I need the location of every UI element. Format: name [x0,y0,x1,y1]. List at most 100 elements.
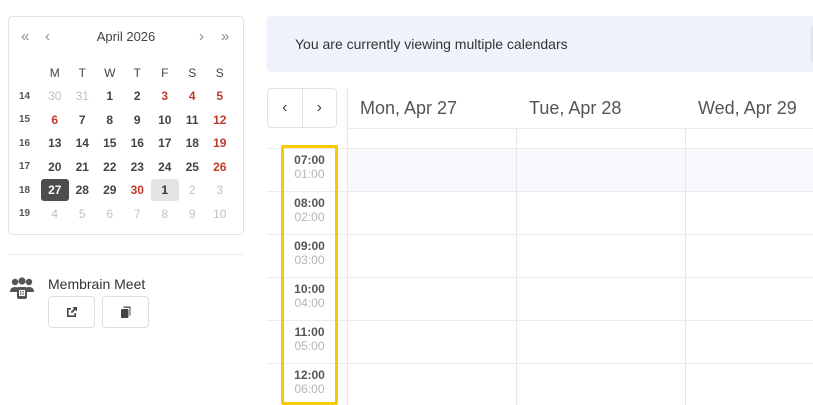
mini-calendar-day[interactable]: 9 [179,203,207,225]
mini-calendar: « ‹ April 2026 › » M T W T F S S 14 30 31 1… [8,16,244,235]
mini-calendar-day[interactable]: 3 [206,179,234,201]
secondary-time: 02:00 [294,210,325,224]
local-time: 12:00 [294,368,325,382]
secondary-time: 05:00 [294,339,325,353]
week-number[interactable]: 17 [19,161,41,172]
mini-calendar-day[interactable]: 4 [41,203,69,225]
mini-calendar-day[interactable]: 15 [96,132,124,154]
mini-calendar-day[interactable]: 11 [179,109,207,131]
all-day-row [347,128,813,148]
mini-calendar-day[interactable]: 2 [179,179,207,201]
mini-calendar-week-row: 16 13 14 15 16 17 18 19 [19,132,234,156]
time-slot-label: 11:00 05:00 [284,325,335,353]
time-slot-label: 12:00 06:00 [284,368,335,396]
mini-calendar-day[interactable]: 24 [151,156,179,178]
mini-calendar-day[interactable]: 27 [41,179,69,202]
week-number[interactable]: 14 [19,91,41,102]
mini-calendar-day[interactable]: 4 [179,85,207,107]
mini-calendar-day[interactable]: 16 [124,132,152,154]
mini-calendar-day[interactable]: 8 [151,203,179,225]
weekday-label: T [78,65,86,80]
external-link-icon [66,307,77,317]
highlighted-slot-row [347,148,813,191]
mini-calendar-day[interactable]: 10 [206,203,234,225]
mini-calendar-day[interactable]: 9 [124,109,152,131]
secondary-time: 03:00 [294,253,325,267]
mini-calendar-day[interactable]: 25 [179,156,207,178]
week-number[interactable]: 15 [19,114,41,125]
mini-calendar-day[interactable]: 7 [124,203,152,225]
grid-line [347,277,813,278]
week-navigation: ‹ › [267,88,337,128]
mini-calendar-day[interactable]: 6 [41,109,69,131]
week-number[interactable]: 19 [19,208,41,219]
mini-calendar-day[interactable]: 5 [69,203,97,225]
mini-calendar-day[interactable]: 19 [206,132,234,154]
grid-line [347,191,813,192]
mini-calendar-day[interactable]: 17 [151,132,179,154]
local-time: 07:00 [294,153,325,167]
people-meeting-icon [9,276,35,300]
open-meet-button[interactable] [48,296,95,328]
copy-meet-link-button[interactable] [102,296,149,328]
mini-calendar-day[interactable]: 23 [124,156,152,178]
mini-calendar-day[interactable]: 30 [41,85,69,107]
mini-calendar-day[interactable]: 8 [96,109,124,131]
mini-calendar-day[interactable]: 22 [96,156,124,178]
next-year-button[interactable]: » [221,29,229,45]
mini-calendar-day[interactable]: 1 [96,85,124,107]
weekday-label: S [188,65,197,80]
time-slot-label: 10:00 04:00 [284,282,335,310]
mini-calendar-day[interactable]: 10 [151,109,179,131]
time-slot-label: 07:00 01:00 [284,153,335,181]
weekday-label: W [104,65,116,80]
mini-calendar-title: April 2026 [96,29,156,44]
banner-text: You are currently viewing multiple calen… [295,36,568,52]
mini-calendar-day[interactable]: 31 [69,85,97,107]
day-header-tue[interactable]: Tue, Apr 28 [517,88,685,128]
mini-calendar-day[interactable]: 6 [96,203,124,225]
secondary-time: 06:00 [294,382,325,396]
secondary-time: 04:00 [294,296,325,310]
mini-calendar-day[interactable]: 20 [41,156,69,178]
next-week-button[interactable]: › [301,89,337,127]
mini-calendar-day[interactable]: 28 [69,179,97,201]
mini-calendar-day[interactable]: 18 [179,132,207,154]
week-number[interactable]: 16 [19,138,41,149]
mini-calendar-week-row: 18 27 28 29 30 1 2 3 [19,179,234,203]
secondary-time: 01:00 [294,167,325,181]
week-grid: Mon, Apr 27 Tue, Apr 28 Wed, Apr 29 [267,88,813,405]
mini-calendar-day[interactable]: 7 [69,109,97,131]
mini-calendar-day[interactable]: 2 [124,85,152,107]
prev-week-button[interactable]: ‹ [268,89,302,127]
grid-line [347,234,813,235]
mini-calendar-day[interactable]: 30 [124,179,152,201]
mini-calendar-day[interactable]: 14 [69,132,97,154]
mini-calendar-day[interactable]: 21 [69,156,97,178]
day-header-wed[interactable]: Wed, Apr 29 [686,88,813,128]
day-header-mon[interactable]: Mon, Apr 27 [348,88,516,128]
mini-calendar-day[interactable]: 26 [206,156,234,178]
mini-calendar-grid: M T W T F S S 14 30 31 1 2 3 4 5 15 6 7 8 9 10 11 12 16 1… [19,61,234,226]
mini-calendar-day[interactable]: 1 [151,179,179,202]
sidebar-divider [8,254,244,255]
meet-title: Membrain Meet [48,276,146,292]
time-slot-label: 08:00 02:00 [284,196,335,224]
grid-line [347,128,813,129]
mini-calendar-day[interactable]: 12 [206,109,234,131]
mini-calendar-day[interactable]: 29 [96,179,124,201]
next-month-button[interactable]: › [199,29,204,45]
mini-calendar-week-row: 19 4 5 6 7 8 9 10 [19,202,234,226]
mini-calendar-day[interactable]: 5 [206,85,234,107]
mini-calendar-day[interactable]: 3 [151,85,179,107]
weekday-label: S [215,65,224,80]
copy-icon [120,306,130,318]
weekday-label: T [133,65,141,80]
mini-calendar-day[interactable]: 13 [41,132,69,154]
week-number[interactable]: 18 [19,185,41,196]
weekday-label: F [161,65,169,80]
local-time: 08:00 [294,196,325,210]
multiple-calendars-banner: You are currently viewing multiple calen… [267,16,813,72]
grid-line [347,320,813,321]
mini-calendar-week-row: 17 20 21 22 23 24 25 26 [19,155,234,179]
